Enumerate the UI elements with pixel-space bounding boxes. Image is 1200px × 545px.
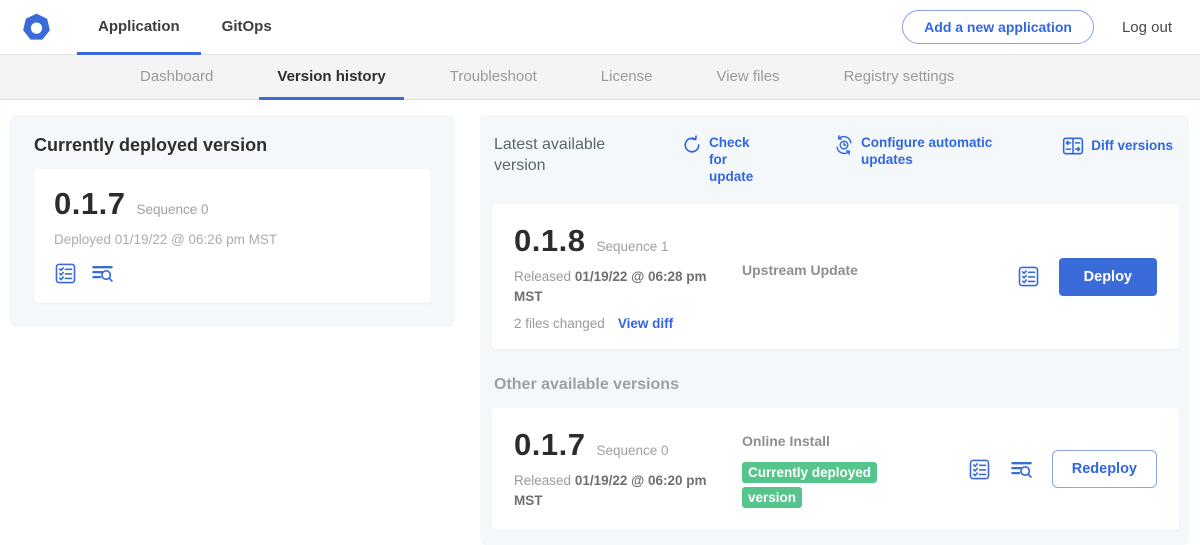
other-release-card: 0.1.7 Sequence 0 Released 01/19/22 @ 06:… — [492, 408, 1179, 530]
deployed-sequence-label: Sequence 0 — [136, 202, 208, 217]
latest-sequence-label: Sequence 1 — [596, 239, 668, 254]
app-logo — [22, 0, 51, 54]
deploy-logs-icon[interactable] — [91, 262, 114, 285]
deployed-version-card: 0.1.7 Sequence 0 Deployed 01/19/22 @ 06:… — [34, 169, 431, 303]
diff-icon — [1062, 135, 1084, 157]
deploy-logs-icon[interactable] — [1010, 458, 1033, 481]
preflight-checks-icon[interactable] — [54, 262, 77, 285]
preflight-checks-icon[interactable] — [1017, 265, 1040, 288]
other-sequence-label: Sequence 0 — [596, 443, 668, 458]
redeploy-button[interactable]: Redeploy — [1052, 450, 1157, 488]
currently-deployed-panel: Currently deployed version 0.1.7 Sequenc… — [10, 115, 455, 327]
deployed-timestamp: Deployed 01/19/22 @ 06:26 pm MST — [54, 232, 411, 247]
other-versions-title: Other available versions — [494, 376, 1177, 394]
add-application-button[interactable]: Add a new application — [902, 10, 1094, 44]
diff-versions-button[interactable]: Diff versions — [1062, 135, 1173, 157]
top-header: Application GitOps Add a new application… — [0, 0, 1200, 55]
main-content: Currently deployed version 0.1.7 Sequenc… — [0, 100, 1200, 545]
tab-gitops[interactable]: GitOps — [201, 0, 293, 55]
schedule-icon — [834, 135, 854, 155]
other-version-number: 0.1.7 — [514, 427, 585, 463]
available-versions-panel: Latest available version Check for updat… — [480, 115, 1189, 545]
files-changed-label: 2 files changed — [514, 316, 605, 331]
header-actions: Add a new application Log out — [902, 0, 1180, 54]
subnav-tab-troubleshoot[interactable]: Troubleshoot — [432, 55, 555, 100]
preflight-checks-icon[interactable] — [968, 458, 991, 481]
view-diff-link[interactable]: View diff — [618, 316, 673, 331]
deployed-version-number: 0.1.7 — [54, 186, 125, 222]
logout-link[interactable]: Log out — [1122, 19, 1180, 36]
refresh-icon — [682, 135, 702, 155]
primary-nav: Application GitOps — [77, 0, 293, 54]
subnav-tab-view-files[interactable]: View files — [698, 55, 797, 100]
latest-version-number: 0.1.8 — [514, 223, 585, 259]
check-for-update-button[interactable]: Check for update — [682, 135, 770, 186]
latest-release-card: 0.1.8 Sequence 1 Released 01/19/22 @ 06:… — [492, 204, 1179, 350]
currently-deployed-title: Currently deployed version — [34, 135, 431, 156]
subnav-tab-dashboard[interactable]: Dashboard — [122, 55, 231, 100]
released-label: Released — [514, 269, 571, 284]
released-label: Released — [514, 473, 571, 488]
check-for-update-label: Check for update — [709, 135, 770, 186]
tab-application[interactable]: Application — [77, 0, 201, 55]
app-subnav: Dashboard Version history Troubleshoot L… — [0, 55, 1200, 100]
currently-deployed-badge: Currently deployed version — [742, 462, 877, 508]
latest-source-label: Upstream Update — [742, 262, 858, 278]
configure-automatic-updates-button[interactable]: Configure automatic updates — [834, 135, 1002, 169]
subnav-tab-registry-settings[interactable]: Registry settings — [826, 55, 973, 100]
latest-released-timestamp: Released 01/19/22 @ 06:28 pm MST — [514, 267, 719, 308]
deploy-button[interactable]: Deploy — [1059, 258, 1157, 296]
kots-logo-icon — [22, 13, 51, 42]
configure-automatic-updates-label: Configure automatic updates — [861, 135, 1002, 169]
subnav-tab-version-history[interactable]: Version history — [259, 55, 403, 100]
latest-available-title: Latest available version — [494, 135, 626, 177]
subnav-tab-license[interactable]: License — [583, 55, 671, 100]
diff-versions-label: Diff versions — [1091, 138, 1173, 155]
other-source-label: Online Install — [742, 433, 830, 449]
other-released-timestamp: Released 01/19/22 @ 06:20 pm MST — [514, 471, 719, 512]
